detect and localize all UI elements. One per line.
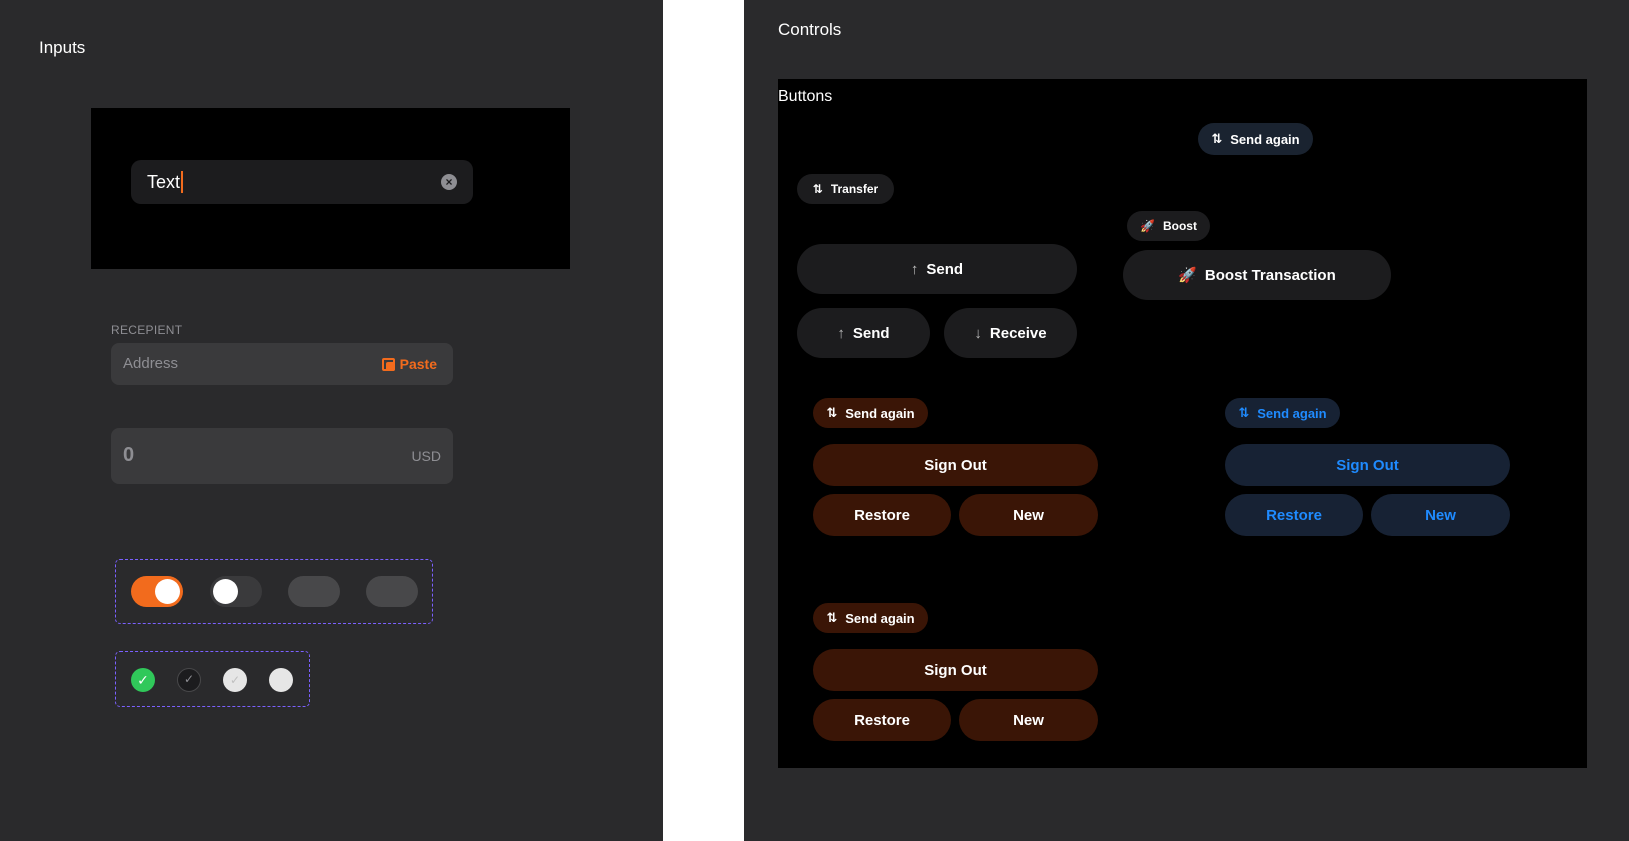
send-button[interactable]: ↑ Send	[797, 308, 930, 358]
text-input[interactable]: Text ×	[131, 160, 473, 204]
currency-label: USD	[411, 448, 441, 464]
restore-button-orange[interactable]: Restore	[813, 494, 951, 536]
amount-value: 0	[123, 444, 135, 466]
transfer-button[interactable]: ⇅ Transfer	[797, 174, 894, 204]
toggle-disabled-2[interactable]	[366, 576, 418, 607]
arrow-up-icon: ↑	[910, 260, 919, 278]
toggle-disabled[interactable]	[288, 576, 340, 607]
arrow-up-icon: ↑	[837, 324, 845, 342]
paste-button[interactable]: Paste	[381, 356, 437, 372]
restore-button-blue[interactable]: Restore	[1225, 494, 1363, 536]
send-again-button-blue[interactable]: ⇅ Send again	[1225, 398, 1340, 428]
checkbox-group: ✓ ✓ ✓	[115, 651, 310, 707]
text-input-value: Text	[147, 171, 181, 192]
inputs-title: Inputs	[39, 38, 86, 57]
copy-icon	[381, 357, 395, 371]
toggle-on[interactable]	[131, 576, 183, 607]
arrows-up-down-icon: ⇅	[1211, 131, 1223, 146]
rocket-icon: 🚀	[1140, 219, 1155, 233]
text-field-preview: Text ×	[91, 108, 570, 269]
arrows-up-down-icon: ⇅	[826, 405, 838, 420]
arrows-up-down-icon: ⇅	[812, 182, 823, 196]
receive-button[interactable]: ↓ Receive	[944, 308, 1077, 358]
address-field[interactable]: Address Paste	[111, 343, 453, 385]
buttons-title: Buttons	[778, 88, 833, 105]
controls-title: Controls	[778, 20, 842, 39]
inputs-panel: Inputs Text × RECEPIENT Address Paste 0 …	[0, 0, 663, 841]
toggle-group	[115, 559, 433, 624]
paste-label: Paste	[399, 356, 437, 372]
send-again-button-orange-2[interactable]: ⇅ Send again	[813, 603, 928, 633]
send-button-wide[interactable]: ↑ Send	[797, 244, 1077, 294]
text-caret	[181, 171, 184, 193]
boost-button-small[interactable]: 🚀 Boost	[1127, 211, 1210, 241]
checkbox-unchecked-dark[interactable]: ✓	[177, 668, 201, 692]
restore-button-orange-2[interactable]: Restore	[813, 699, 951, 741]
checkbox-checked[interactable]: ✓	[131, 668, 155, 692]
send-again-button-orange[interactable]: ⇅ Send again	[813, 398, 928, 428]
sign-out-button-orange[interactable]: Sign Out	[813, 444, 1098, 486]
clear-circle-icon[interactable]: ×	[441, 174, 457, 190]
toggle-off[interactable]	[210, 576, 262, 607]
controls-panel: Controls Buttons ⇅ Send again ⇅ Transfer 🚀…	[744, 0, 1629, 841]
new-button-blue[interactable]: New	[1371, 494, 1510, 536]
amount-field[interactable]: 0 USD	[111, 428, 453, 484]
send-again-button-top[interactable]: ⇅ Send again	[1198, 123, 1313, 155]
checkbox-checked-light[interactable]: ✓	[223, 668, 247, 692]
sign-out-button-blue[interactable]: Sign Out	[1225, 444, 1510, 486]
sign-out-button-orange-2[interactable]: Sign Out	[813, 649, 1098, 691]
buttons-canvas: Buttons ⇅ Send again ⇅ Transfer 🚀 Boost ↑ Se…	[778, 79, 1587, 768]
rocket-icon: 🚀	[1178, 267, 1197, 284]
recipient-caption: RECEPIENT	[111, 323, 183, 337]
new-button-orange[interactable]: New	[959, 494, 1098, 536]
boost-transaction-button[interactable]: 🚀 Boost Transaction	[1123, 250, 1391, 300]
arrow-down-icon: ↓	[974, 324, 982, 342]
new-button-orange-2[interactable]: New	[959, 699, 1098, 741]
arrows-up-down-icon: ⇅	[1238, 405, 1250, 420]
checkbox-light[interactable]	[269, 668, 293, 692]
arrows-up-down-icon: ⇅	[826, 610, 838, 625]
address-placeholder: Address	[123, 355, 179, 372]
